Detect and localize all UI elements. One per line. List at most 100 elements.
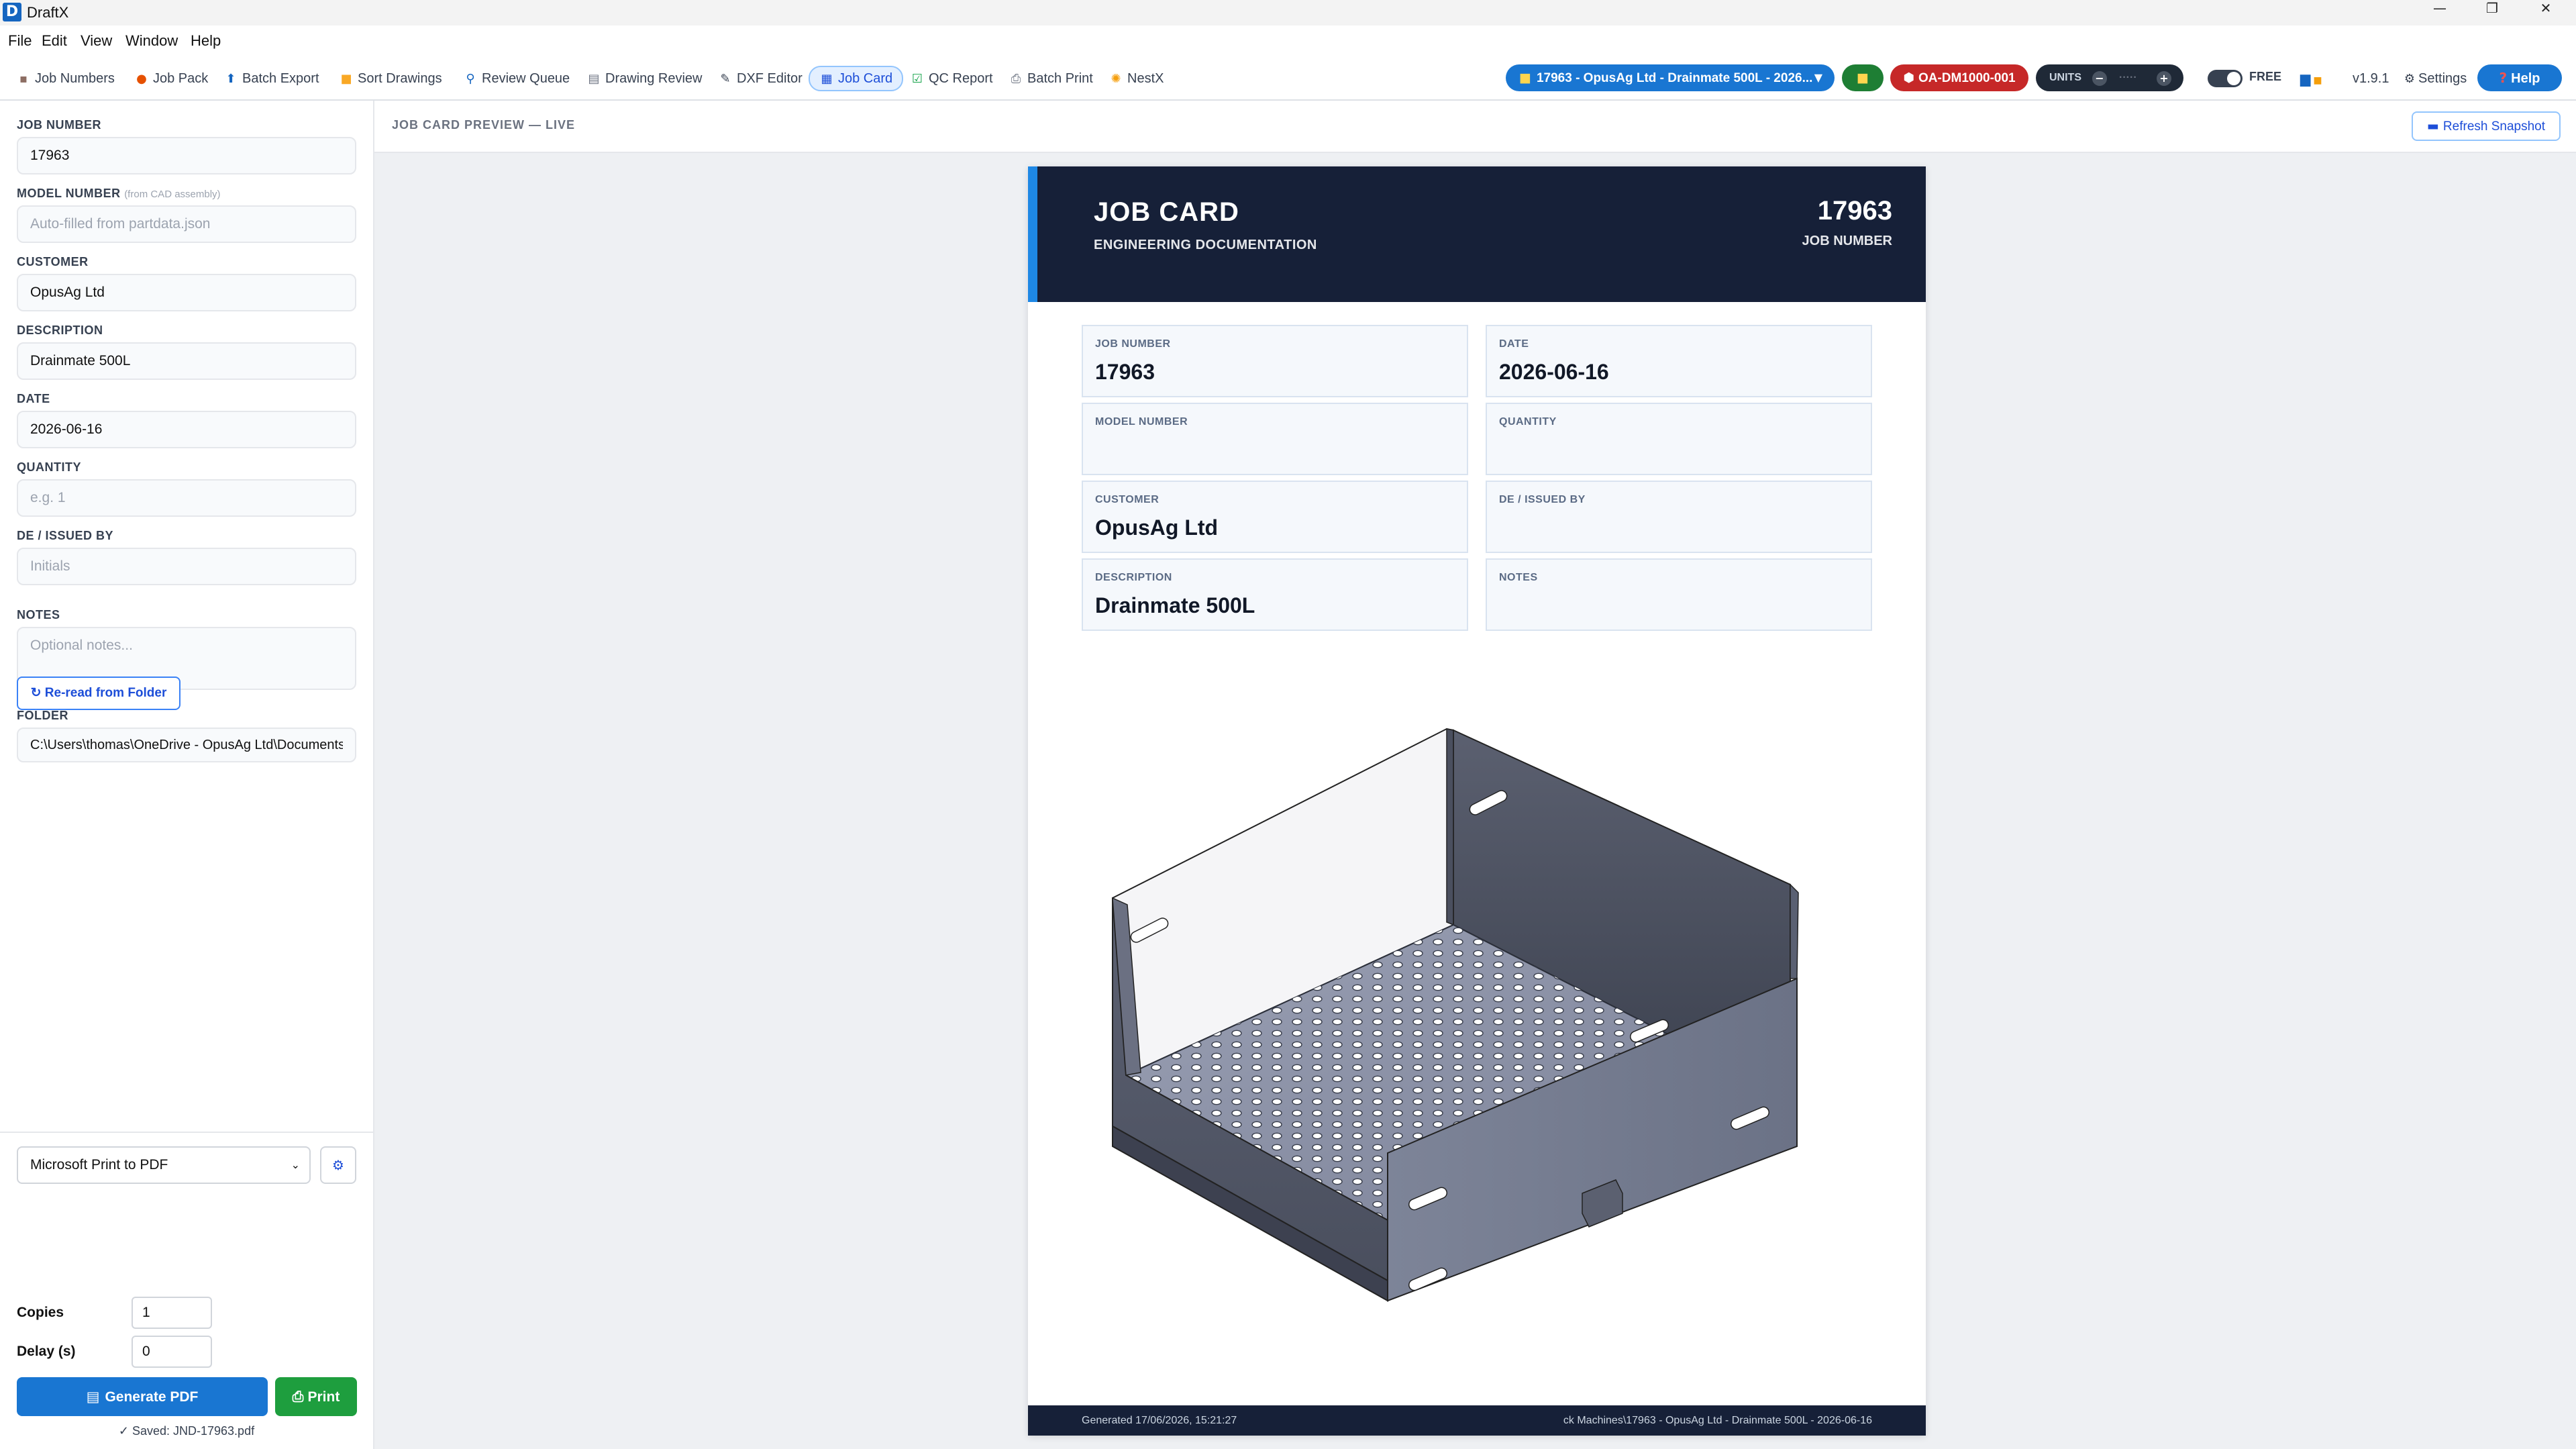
info-cell-label: JOB NUMBER: [1095, 338, 1171, 350]
toggle-knob: [2227, 72, 2240, 85]
job-card-header: JOB CARD ENGINEERING DOCUMENTATION 17963…: [1028, 166, 1926, 302]
help-button[interactable]: ? Help: [2477, 64, 2562, 91]
version-label: v1.9.1: [2353, 71, 2389, 86]
tool-label: Job Card: [838, 71, 893, 86]
settings-label: Settings: [2418, 71, 2467, 86]
bar-chart-icon: ▆: [2300, 70, 2311, 87]
tool-sort-drawings[interactable]: ■ Sort Drawings: [339, 67, 442, 90]
menu-help[interactable]: Help: [191, 32, 221, 50]
job-selector[interactable]: ■ 17963 - OpusAg Ltd - Drainmate 500L - 2…: [1506, 64, 1835, 91]
folder-icon: ■: [1857, 70, 1869, 85]
magnifier-icon: ⚲: [466, 72, 475, 86]
license-toggle[interactable]: [2208, 70, 2243, 87]
delay-input[interactable]: [132, 1336, 212, 1368]
job-number-label: JOB NUMBER: [17, 118, 102, 132]
info-cell-label: DE / ISSUED BY: [1499, 494, 1586, 505]
folder-input[interactable]: [17, 728, 356, 762]
tool-review-queue[interactable]: ⚲ Review Queue: [463, 67, 570, 90]
tool-nestx[interactable]: ✺ NestX: [1109, 67, 1164, 90]
tool-label: DXF Editor: [737, 71, 803, 86]
tool-label: Batch Export: [242, 71, 319, 86]
close-button[interactable]: ✕: [2516, 0, 2575, 26]
toolbox-icon: ▪: [19, 72, 28, 86]
open-folder-button[interactable]: ■: [1842, 64, 1884, 91]
stats-button[interactable]: ▆ ■: [2300, 67, 2322, 90]
preview-header: JOB CARD PREVIEW — LIVE ▬ Refresh Snapsho…: [374, 101, 2576, 153]
issued-by-input[interactable]: [17, 548, 356, 585]
settings-button[interactable]: ⚙ Settings: [2402, 67, 2467, 90]
checkbox-icon: ☑: [911, 72, 923, 86]
tool-label: Sort Drawings: [358, 71, 442, 86]
date-input[interactable]: [17, 411, 356, 448]
copies-input[interactable]: [132, 1297, 212, 1329]
info-cell-label: QUANTITY: [1499, 416, 1557, 428]
tool-qc-report[interactable]: ☑ QC Report: [910, 67, 993, 90]
menu-edit[interactable]: Edit: [42, 32, 67, 50]
tool-batch-export[interactable]: ⬆ Batch Export: [223, 67, 319, 90]
quantity-input[interactable]: [17, 479, 356, 517]
generate-pdf-button[interactable]: ▤ Generate PDF: [17, 1377, 268, 1416]
tool-dxf-editor[interactable]: ✎ DXF Editor: [718, 67, 803, 90]
info-cell-issued-by: DE / ISSUED BY: [1486, 481, 1872, 553]
document-icon: ▤: [86, 1389, 100, 1405]
tool-drawing-review[interactable]: ▤ Drawing Review: [586, 67, 702, 90]
restore-button[interactable]: ❐: [2463, 0, 2522, 26]
tool-job-numbers[interactable]: ▪ Job Numbers: [16, 67, 115, 90]
reread-folder-button[interactable]: ↻ Re-read from Folder: [17, 677, 181, 710]
job-card-job-number: 17963: [1817, 196, 1892, 226]
job-card-job-number-label: JOB NUMBER: [1802, 234, 1892, 248]
job-number-input[interactable]: [17, 137, 356, 174]
help-label: Help: [2511, 71, 2540, 86]
copies-label: Copies: [17, 1305, 64, 1320]
info-cell-label: DESCRIPTION: [1095, 572, 1172, 583]
menu-view[interactable]: View: [81, 32, 112, 50]
generate-pdf-label: Generate PDF: [105, 1389, 199, 1405]
tool-job-pack[interactable]: ● Job Pack: [134, 67, 208, 90]
menu-window[interactable]: Window: [125, 32, 178, 50]
camera-icon: ▬: [2426, 119, 2439, 134]
print-button[interactable]: ⎙ Print: [275, 1377, 357, 1416]
tool-batch-print[interactable]: ⎙ Batch Print: [1009, 67, 1093, 90]
app-logo-icon: D: [3, 3, 21, 21]
job-card-footer: Generated 17/06/2026, 15:21:27 ck Machin…: [1028, 1405, 1926, 1436]
units-decrease-button[interactable]: −: [2092, 71, 2107, 86]
delay-label: Delay (s): [17, 1344, 76, 1359]
units-label: UNITS: [2049, 72, 2081, 83]
info-cell-value: 17963: [1095, 360, 1155, 384]
info-cell-quantity: QUANTITY: [1486, 403, 1872, 475]
printer-icon: ⎙: [1011, 72, 1021, 86]
preview-area: JOB CARD PREVIEW — LIVE ▬ Refresh Snapsho…: [374, 101, 2576, 1449]
job-card-subtitle: ENGINEERING DOCUMENTATION: [1094, 238, 1317, 252]
info-cell-value: OpusAg Ltd: [1095, 515, 1219, 540]
refresh-snapshot-button[interactable]: ▬ Refresh Snapshot: [2412, 111, 2561, 141]
description-input[interactable]: [17, 342, 356, 380]
question-icon: ?: [2499, 70, 2508, 86]
chevron-down-icon: ⌄: [291, 1158, 300, 1171]
customer-input[interactable]: [17, 274, 356, 311]
job-card-title: JOB CARD: [1094, 197, 1239, 227]
tool-label: NestX: [1127, 71, 1164, 86]
units-increase-button[interactable]: +: [2157, 71, 2171, 86]
printer-select[interactable]: Microsoft Print to PDF ⌄: [17, 1146, 311, 1184]
print-label: Print: [307, 1389, 340, 1405]
tool-label: QC Report: [929, 71, 993, 86]
model-number-input[interactable]: [17, 205, 356, 243]
part-number-badge[interactable]: ⬢ OA-DM1000-001: [1890, 64, 2028, 91]
minimize-button[interactable]: —: [2410, 0, 2469, 26]
printer-settings-button[interactable]: ⚙: [320, 1146, 356, 1184]
tool-job-card[interactable]: ▦ Job Card: [809, 66, 904, 91]
tool-label: Job Pack: [153, 71, 209, 86]
quantity-label: QUANTITY: [17, 460, 81, 474]
chevron-down-icon: ▼: [1814, 71, 1822, 84]
info-cell-value: 2026-06-16: [1499, 360, 1609, 384]
info-cell-customer: CUSTOMER OpusAg Ltd: [1082, 481, 1468, 553]
license-label: FREE: [2249, 70, 2282, 83]
info-cell-label: CUSTOMER: [1095, 494, 1160, 505]
menu-file[interactable]: File: [8, 32, 32, 50]
cube-icon: ⬢: [1903, 70, 1914, 85]
issued-by-label: DE / ISSUED BY: [17, 529, 114, 542]
pencil-icon: ✎: [720, 72, 731, 86]
tool-label: Job Numbers: [35, 71, 115, 86]
description-label: DESCRIPTION: [17, 323, 103, 337]
preview-title: JOB CARD PREVIEW — LIVE: [392, 118, 576, 132]
